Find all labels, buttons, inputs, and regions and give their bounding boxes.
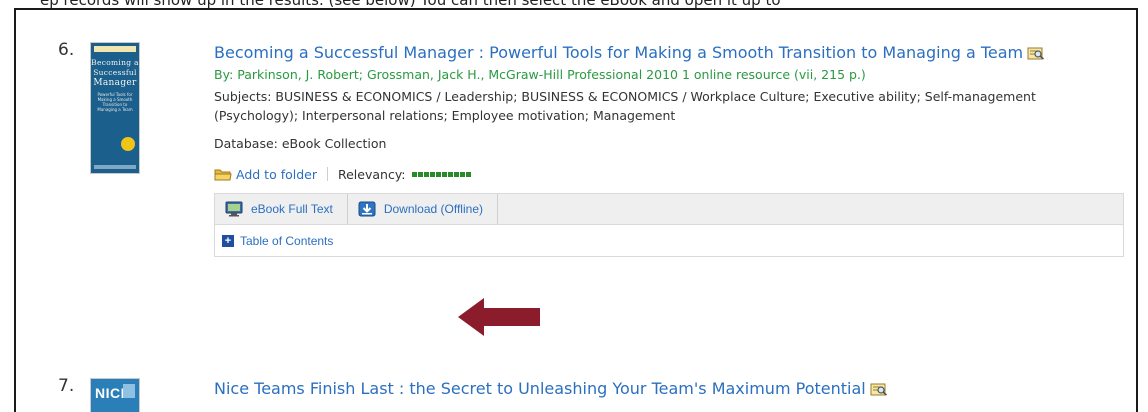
cover-title-line-3: Manager (93, 78, 137, 88)
relevancy-segment (411, 171, 417, 177)
download-icon (358, 201, 376, 217)
expand-plus-icon[interactable]: + (222, 234, 234, 247)
relevancy-segment (447, 171, 453, 177)
cover-band (94, 46, 136, 52)
annotation-arrow-icon (458, 298, 540, 336)
cover-badge (121, 137, 135, 151)
folder-icon[interactable] (214, 168, 232, 181)
relevancy-meter (411, 171, 471, 177)
table-of-contents-bar: + Table of Contents (214, 225, 1124, 257)
relevancy-segment (453, 171, 459, 177)
result-body: Nice Teams Finish Last : the Secret to U… (214, 376, 1114, 401)
result-actions: Add to folder Relevancy: (214, 165, 1114, 183)
result-byline: By: Parkinson, J. Robert; Grossman, Jack… (214, 67, 866, 82)
preview-magnifier-icon[interactable] (870, 382, 888, 396)
relevancy-segment (441, 171, 447, 177)
preview-magnifier-icon[interactable] (1027, 46, 1045, 60)
actions-divider (326, 167, 328, 181)
cover-title-line-1: Becoming a (91, 58, 139, 67)
result-title-link[interactable]: Becoming a Successful Manager : Powerful… (214, 40, 1114, 65)
download-offline-label[interactable]: Download (Offline) (384, 202, 483, 216)
relevancy-segment (429, 171, 435, 177)
cover-subtitle: Powerful Tools for Making a Smooth Trans… (97, 92, 133, 112)
result-title-text[interactable]: Becoming a Successful Manager : Powerful… (214, 43, 1023, 62)
book-cover-thumbnail[interactable]: Becoming a Successful Manager Powerful T… (90, 42, 140, 174)
result-number: 6. (58, 40, 75, 60)
download-offline-link[interactable]: Download (Offline) (348, 194, 498, 224)
result-title-link[interactable]: Nice Teams Finish Last : the Secret to U… (214, 376, 1114, 401)
result-database: Database: eBook Collection (214, 136, 387, 151)
book-cover-thumbnail[interactable]: NICE (90, 378, 140, 412)
ebook-full-text-link[interactable]: eBook Full Text (215, 194, 348, 224)
relevancy-segment (465, 171, 471, 177)
relevancy-segment (435, 171, 441, 177)
result-number: 7. (58, 376, 75, 396)
relevancy-label: Relevancy: (337, 166, 406, 182)
result-subjects: Subjects: BUSINESS & ECONOMICS / Leaders… (214, 89, 1036, 123)
add-to-folder-link[interactable]: Add to folder (236, 167, 317, 182)
relevancy-segment (423, 171, 429, 177)
result-body: Becoming a Successful Manager : Powerful… (214, 40, 1124, 257)
relevancy-segment (417, 171, 423, 177)
cover-strip (123, 384, 135, 398)
cover-title-line-2: Successful (93, 68, 137, 77)
result-item-7: 7. NICE Nice Teams Finish Last : the Sec… (58, 376, 1118, 412)
result-title-text[interactable]: Nice Teams Finish Last : the Secret to U… (214, 379, 866, 398)
ebook-full-text-label[interactable]: eBook Full Text (251, 202, 333, 216)
ebook-icon (225, 201, 243, 217)
table-of-contents-link[interactable]: Table of Contents (240, 234, 333, 248)
result-item-6: 6. Becoming a Successful Manager Powerfu… (58, 40, 1124, 320)
cover-footer (94, 165, 136, 169)
full-text-links-bar: eBook Full Text Download (Offline) (214, 193, 1124, 225)
relevancy-segment (459, 171, 465, 177)
